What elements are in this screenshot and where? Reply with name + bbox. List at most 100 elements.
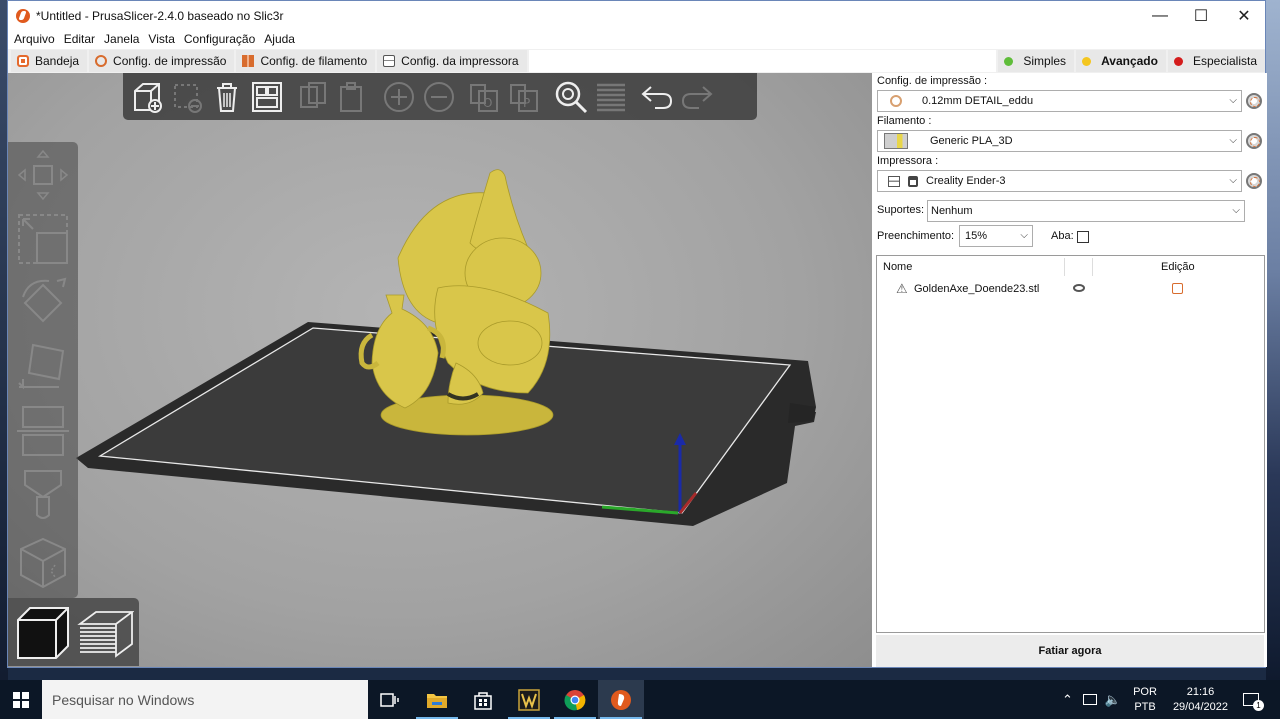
- task-view-icon[interactable]: [367, 680, 413, 719]
- printer-edit-gear-icon[interactable]: [1246, 173, 1262, 189]
- printer-combo[interactable]: Creality Ender-3 ⌵: [877, 170, 1242, 192]
- column-header-edit[interactable]: Edição: [1161, 261, 1195, 273]
- seam-painting-icon[interactable]: [14, 534, 72, 592]
- file-explorer-icon[interactable]: [414, 680, 460, 719]
- prusaslicer-window: *Untitled - PrusaSlicer-2.4.0 baseado no…: [7, 0, 1267, 668]
- menu-vista[interactable]: Vista: [148, 32, 174, 46]
- tab-filament-settings[interactable]: Config. de filamento: [236, 50, 376, 72]
- notification-center-icon[interactable]: 1: [1242, 691, 1264, 711]
- warning-icon: ⚠: [896, 281, 908, 296]
- object-list[interactable]: Nome Edição ⚠ GoldenAxe_Doende23.stl: [876, 255, 1265, 633]
- 3d-view-icon[interactable]: [14, 604, 72, 662]
- rotate-icon[interactable]: [14, 274, 72, 332]
- network-icon[interactable]: [1082, 694, 1097, 705]
- infill-combo[interactable]: 15% ⌵: [959, 225, 1033, 247]
- split-to-parts-icon[interactable]: P: [505, 77, 545, 117]
- left-toolbar: [8, 142, 78, 598]
- tab-print-settings-label: Config. de impressão: [113, 54, 227, 68]
- decrease-instances-icon[interactable]: [419, 77, 459, 117]
- list-item[interactable]: ⚠ GoldenAxe_Doende23.stl: [877, 278, 1264, 300]
- printer-icon: [383, 55, 396, 67]
- volume-icon[interactable]: 🔈: [1105, 692, 1121, 708]
- clock[interactable]: 21:16 29/04/2022: [1173, 685, 1228, 715]
- plater-icon: [17, 55, 29, 67]
- paste-icon[interactable]: [333, 77, 373, 117]
- preview-icon[interactable]: [76, 604, 135, 662]
- chevron-down-icon: ⌵: [1229, 175, 1237, 186]
- mode-advanced[interactable]: Avançado: [1076, 50, 1166, 72]
- printer-icon: [888, 175, 900, 187]
- delete-icon[interactable]: [167, 77, 207, 117]
- close-button[interactable]: ✕: [1221, 1, 1267, 30]
- mode-simple[interactable]: Simples: [998, 50, 1075, 72]
- print-settings-edit-gear-icon[interactable]: [1246, 93, 1262, 109]
- move-icon[interactable]: [14, 146, 72, 204]
- mode-expert[interactable]: Especialista: [1167, 50, 1265, 72]
- supports-combo[interactable]: Nenhum ⌵: [927, 200, 1245, 222]
- search-icon[interactable]: [551, 77, 591, 117]
- game-app-icon[interactable]: [506, 680, 552, 719]
- eye-icon[interactable]: [1073, 284, 1085, 292]
- chevron-down-icon: ⌵: [1020, 230, 1028, 241]
- tab-printer-settings[interactable]: Config. da impressora: [377, 50, 527, 72]
- chevron-up-icon[interactable]: ⌃: [1062, 692, 1073, 708]
- column-header-name[interactable]: Nome: [883, 261, 912, 273]
- minimize-button[interactable]: —: [1137, 1, 1183, 30]
- place-on-face-icon[interactable]: [14, 338, 72, 396]
- paint-supports-icon[interactable]: [14, 466, 72, 524]
- object-list-header: Nome Edição: [877, 256, 1264, 278]
- chrome-icon[interactable]: [552, 680, 598, 719]
- copy-icon[interactable]: [293, 77, 333, 117]
- menu-janela[interactable]: Janela: [104, 32, 139, 46]
- prusaslicer-logo-icon: [16, 8, 30, 23]
- cut-icon[interactable]: [14, 402, 72, 460]
- microsoft-store-icon[interactable]: [460, 680, 506, 719]
- undo-icon[interactable]: [637, 77, 677, 117]
- chevron-down-icon: ⌵: [1229, 95, 1237, 106]
- prusaslicer-taskbar-icon[interactable]: [598, 680, 644, 719]
- tab-filament-settings-label: Config. de filamento: [260, 54, 368, 68]
- spool-icon: [242, 55, 255, 67]
- 3d-viewport[interactable]: O P: [8, 73, 872, 667]
- filament-color-swatch-icon: [884, 133, 908, 149]
- filament-combo[interactable]: Generic PLA_3D ⌵: [877, 130, 1242, 152]
- delete-all-icon[interactable]: [207, 77, 247, 117]
- slice-now-button[interactable]: Fatiar agora: [876, 635, 1264, 667]
- windows-search-input[interactable]: Pesquisar no Windows: [42, 680, 368, 719]
- windows-start-icon[interactable]: [0, 680, 42, 719]
- chevron-down-icon: ⌵: [1232, 205, 1240, 216]
- layers-editing-icon[interactable]: [591, 77, 631, 117]
- menu-configuracao[interactable]: Configuração: [184, 32, 255, 46]
- column-divider: [1064, 258, 1065, 276]
- clock-date: 29/04/2022: [1172, 700, 1228, 713]
- desktop-background-right: [1266, 0, 1280, 680]
- edit-settings-icon[interactable]: [1172, 283, 1183, 294]
- tab-plater[interactable]: Bandeja: [11, 50, 88, 72]
- tab-print-settings[interactable]: Config. de impressão: [89, 50, 235, 72]
- maximize-button[interactable]: ☐: [1178, 1, 1224, 30]
- filament-edit-gear-icon[interactable]: [1246, 133, 1262, 149]
- redo-icon[interactable]: [677, 77, 717, 117]
- increase-instances-icon[interactable]: [379, 77, 419, 117]
- language-indicator[interactable]: POR PTB: [1133, 685, 1157, 715]
- scale-icon[interactable]: [14, 210, 72, 268]
- brim-checkbox[interactable]: [1077, 231, 1089, 243]
- menu-ajuda[interactable]: Ajuda: [264, 32, 295, 46]
- top-toolbar: O P: [123, 73, 757, 120]
- mode-expert-label: Especialista: [1192, 54, 1257, 68]
- 3d-scene[interactable]: [8, 73, 872, 667]
- title-bar: *Untitled - PrusaSlicer-2.4.0 baseado no…: [8, 1, 1265, 30]
- system-tray: ⌃ 🔈 POR PTB 21:16 29/04/2022 1: [1062, 680, 1264, 719]
- print-settings-combo[interactable]: 0.12mm DETAIL_eddu ⌵: [877, 90, 1242, 112]
- menu-arquivo[interactable]: Arquivo: [14, 32, 55, 46]
- svg-text:P: P: [523, 96, 530, 110]
- menu-editar[interactable]: Editar: [64, 32, 95, 46]
- tab-bar: Bandeja Config. de impressão Config. de …: [8, 49, 1265, 73]
- window-title: *Untitled - PrusaSlicer-2.4.0 baseado no…: [36, 8, 284, 23]
- mode-advanced-label: Avançado: [1101, 54, 1158, 68]
- add-icon[interactable]: [127, 77, 167, 117]
- arrange-icon[interactable]: [247, 77, 287, 117]
- sidebar: Config. de impressão : 0.12mm DETAIL_edd…: [872, 73, 1267, 667]
- split-to-objects-icon[interactable]: O: [465, 77, 505, 117]
- print-settings-value: 0.12mm DETAIL_eddu: [922, 95, 1034, 107]
